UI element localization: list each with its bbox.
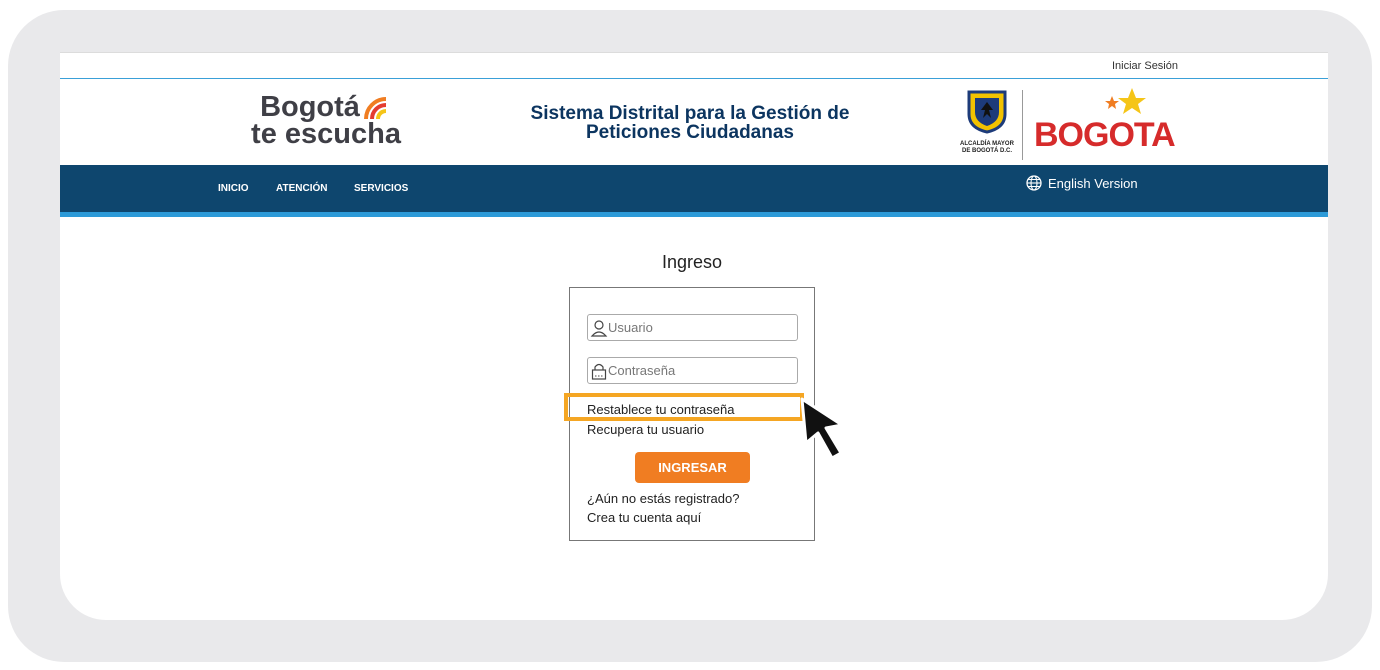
nav-item-servicios[interactable]: SERVICIOS	[354, 183, 408, 194]
password-input[interactable]	[608, 363, 788, 378]
create-account-link[interactable]: Crea tu cuenta aquí	[587, 510, 701, 525]
nav-item-inicio[interactable]: INICIO	[218, 183, 249, 194]
login-title: Ingreso	[661, 252, 723, 272]
logo-separator	[1022, 90, 1023, 160]
crest-caption-line2: DE BOGOTÁ D.C.	[961, 148, 1012, 154]
top-divider	[60, 52, 1328, 53]
username-input[interactable]	[608, 320, 788, 335]
user-icon	[590, 319, 608, 337]
alcaldia-crest-logo: ALCALDÍA MAYOR DE BOGOTÁ D.C.	[958, 90, 1016, 155]
header-divider	[60, 78, 1328, 79]
english-version-link[interactable]: English Version	[1026, 175, 1138, 191]
login-button[interactable]: INGRESAR	[635, 452, 750, 483]
nav-item-atencion[interactable]: ATENCIÓN	[276, 183, 327, 194]
bogota-city-logo: BOGOTA	[1028, 86, 1176, 166]
username-field[interactable]	[587, 314, 798, 341]
logo-line2: te escucha	[251, 118, 401, 150]
signin-link[interactable]: Iniciar Sesión	[1112, 60, 1178, 72]
not-registered-link[interactable]: ¿Aún no estás registrado?	[587, 491, 739, 506]
main-navbar: INICIO ATENCIÓN SERVICIOS English Versio…	[60, 165, 1328, 217]
english-version-label: English Version	[1048, 175, 1138, 191]
crest-caption: ALCALDÍA MAYOR DE BOGOTÁ D.C.	[958, 141, 1016, 155]
password-field[interactable]	[587, 357, 798, 384]
coat-of-arms-icon	[967, 90, 1007, 134]
globe-icon	[1026, 175, 1042, 191]
system-title-line1: Sistema Distrital para la Gestión de	[530, 103, 850, 124]
logo-line1: Bogotá	[260, 91, 360, 123]
crest-caption-line1: ALCALDÍA MAYOR	[960, 141, 1014, 147]
system-title: Sistema Distrital para la Gestión de Pet…	[500, 104, 880, 142]
bogota-te-escucha-logo[interactable]: Bogotá te escucha	[246, 91, 406, 150]
reset-password-link[interactable]: Restablece tu contraseña	[587, 402, 734, 417]
system-title-line2: Peticiones Ciudadanas	[585, 122, 794, 143]
lock-icon	[591, 363, 607, 380]
bogota-wordmark: BOGOTA	[1034, 116, 1176, 154]
login-form: Restablece tu contraseña Recupera tu usu…	[564, 287, 815, 541]
mouse-pointer-icon	[800, 397, 844, 460]
recover-user-link[interactable]: Recupera tu usuario	[587, 422, 704, 437]
browser-page: Iniciar Sesión Bogotá te escucha Sistema…	[60, 52, 1328, 620]
stars-icon	[1105, 88, 1146, 114]
